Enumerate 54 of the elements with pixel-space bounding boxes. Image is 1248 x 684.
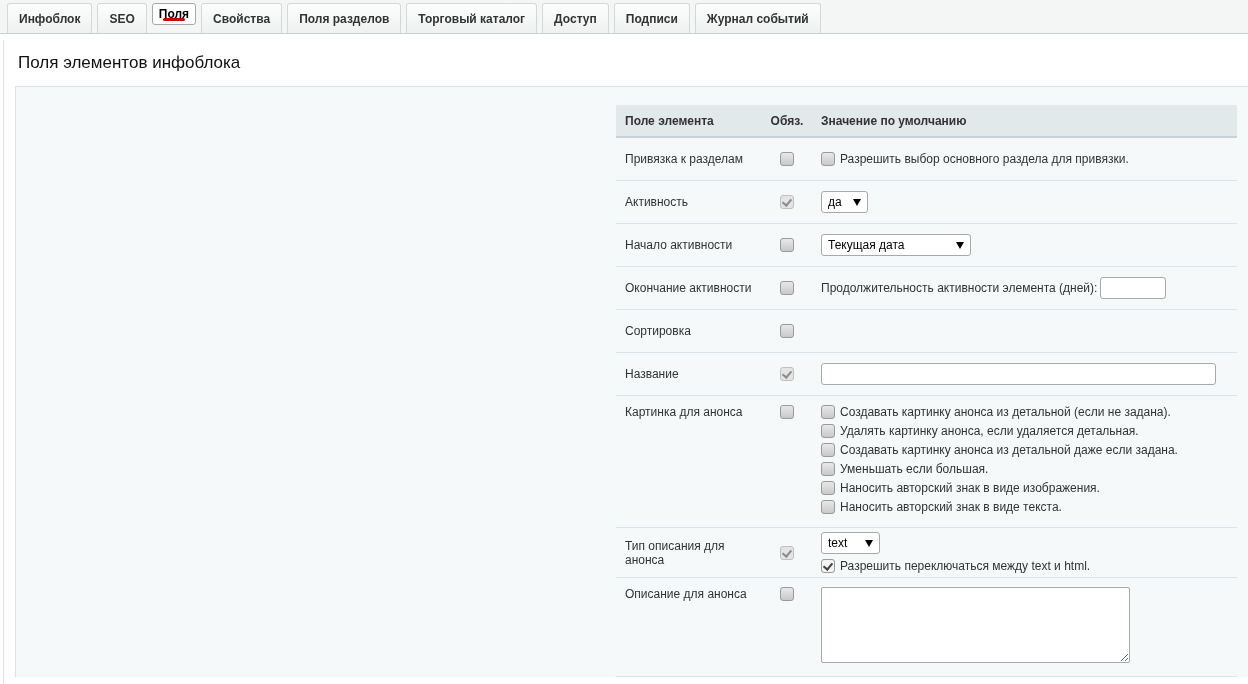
field-name: Описание для анонса	[624, 587, 748, 601]
checkbox-label: Удалять картинку анонса, если удаляется детальная.	[840, 424, 1139, 438]
checkbox-label: Разрешить переключаться между text и html.	[840, 559, 1091, 573]
tab[interactable]: Инфоблок	[7, 3, 93, 33]
checkbox-label: Наносить авторский знак в виде изображения.	[840, 481, 1100, 495]
field-name: Тип описания для анонса	[624, 538, 726, 567]
tab[interactable]: SEO	[97, 3, 147, 33]
tab[interactable]: Подписи	[613, 3, 690, 33]
checkbox-label: Создавать картинку анонса из детальной (если не задана).	[840, 405, 1171, 419]
name-input-field[interactable]	[821, 363, 1216, 385]
checkbox[interactable]	[821, 462, 835, 476]
field-name: Начало активности	[624, 238, 734, 252]
column-header: Поле элемента	[624, 113, 715, 128]
checkbox[interactable]	[780, 281, 794, 295]
field-name: Активность	[624, 195, 689, 209]
checkbox[interactable]	[821, 424, 835, 438]
tab[interactable]: Свойства	[201, 3, 283, 33]
checkbox[interactable]	[780, 405, 794, 419]
field-name: Картинка для анонса	[624, 405, 744, 419]
field-name: Окончание активности	[624, 281, 753, 295]
tab[interactable]: Поля разделов	[287, 3, 402, 33]
column-header: Обяз.	[769, 113, 805, 128]
dropdown[interactable]: Текущая дата	[821, 234, 971, 256]
checkbox[interactable]	[780, 324, 794, 338]
checkbox-label: Уменьшать если большая.	[840, 462, 989, 476]
checkbox[interactable]	[821, 481, 835, 495]
dropdown[interactable]: text	[821, 532, 881, 554]
checkbox-label: Создавать картинку анонса из детальной даже если задана.	[840, 443, 1178, 457]
dropdown-arrow-icon	[955, 241, 964, 249]
field-name: Сортировка	[624, 324, 692, 338]
checkbox-label: Наносить авторский знак в виде текста.	[840, 500, 1062, 514]
checkbox[interactable]	[780, 152, 794, 166]
tab[interactable]: Поля	[151, 3, 197, 25]
dropdown-arrow-icon	[865, 539, 874, 547]
tab[interactable]: Торговый каталог	[406, 3, 538, 33]
checkbox[interactable]	[780, 238, 794, 252]
checkbox[interactable]	[821, 443, 835, 457]
checkbox[interactable]	[821, 405, 835, 419]
section-title: Поля элементов инфоблока	[17, 52, 242, 74]
field-label: Продолжительность активности элемента (дней):	[821, 281, 1098, 295]
description-textarea[interactable]	[821, 587, 1130, 663]
column-header: Значение по умолчанию	[820, 113, 968, 128]
checkbox[interactable]	[780, 587, 794, 601]
dropdown-arrow-icon	[852, 198, 861, 206]
checkbox[interactable]	[821, 152, 835, 166]
tab[interactable]: Доступ	[542, 3, 609, 33]
checkbox-label: Разрешить выбор основного раздела для привязки.	[840, 152, 1129, 166]
field-name: Привязка к разделам	[624, 152, 744, 166]
dropdown[interactable]: да	[821, 191, 868, 213]
checkbox[interactable]	[821, 559, 835, 573]
field-name: Название	[624, 367, 680, 381]
tab[interactable]: Журнал событий	[694, 3, 821, 33]
checkbox[interactable]	[821, 500, 835, 514]
days-input-field[interactable]	[1100, 277, 1167, 299]
